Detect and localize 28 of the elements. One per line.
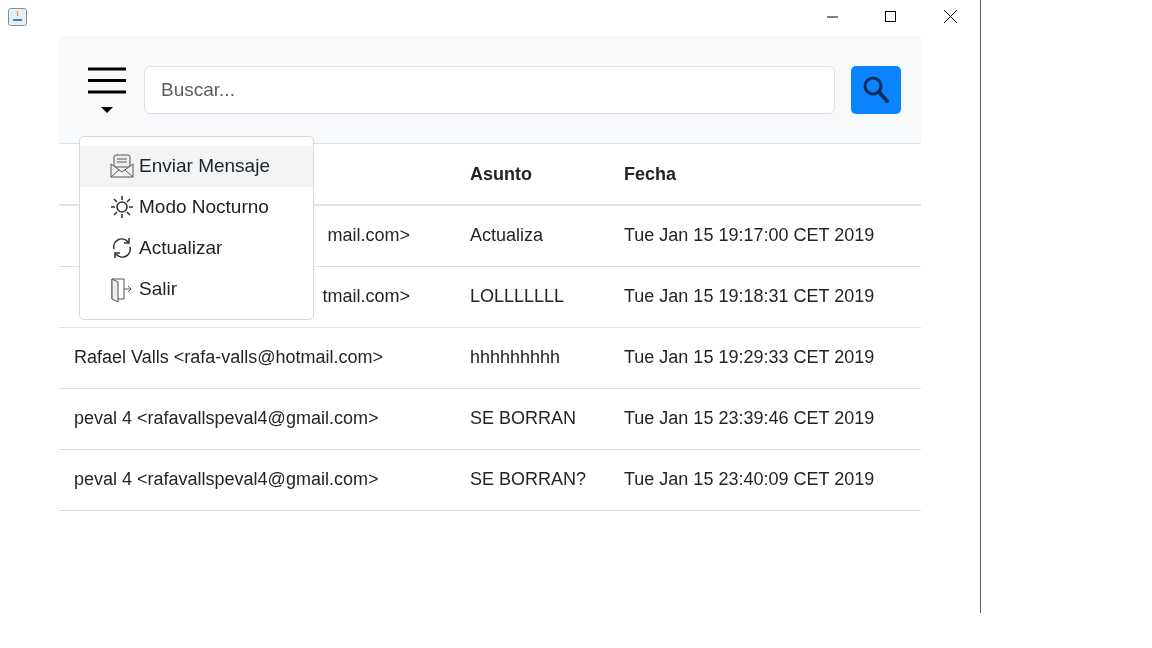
date-text: Tue Jan 15 19:17:00 CET 2019 [624, 225, 875, 246]
date-text: Tue Jan 15 23:39:46 CET 2019 [624, 408, 875, 428]
envelope-icon [109, 153, 135, 180]
subject-text: LOLLLLLLL [470, 286, 565, 306]
column-header: Fecha [624, 163, 677, 184]
sun-icon [109, 194, 135, 221]
sender-text: tmail.com> [322, 285, 410, 308]
search-field[interactable]: Buscar... [144, 65, 835, 114]
maximize-icon [885, 10, 897, 23]
date-text: Tue Jan 15 19:18:31 CET 2019 [624, 286, 875, 306]
sender-text: peval 4 <rafavallspeval4@gmail.com> [74, 408, 379, 428]
hamburger-icon [88, 65, 126, 96]
sender-text: peval 4 <rafavallspeval4@gmail.com> [74, 469, 379, 489]
close-icon [943, 10, 957, 23]
subject-text: SE BORRAN? [470, 469, 587, 489]
search-button[interactable] [851, 65, 901, 114]
subject-text: hhhhhhhhh [470, 347, 561, 367]
sender-text: mail.com> [327, 224, 410, 248]
date-text: Tue Jan 15 23:40:09 CET 2019 [624, 469, 875, 489]
date-text: Tue Jan 15 19:29:33 CET 2019 [624, 347, 875, 367]
menu-item[interactable]: Enviar Mensaje [80, 146, 313, 187]
sender-text: Rafael Valls <rafa-valls@hotmail.com> [74, 347, 384, 367]
subject-text: Actualiza [470, 225, 544, 246]
column-header: Asunto [470, 163, 532, 184]
subject-text: SE BORRAN [470, 408, 577, 428]
caret-icon [101, 105, 113, 114]
search-icon [863, 76, 889, 103]
app-icon [8, 8, 27, 26]
